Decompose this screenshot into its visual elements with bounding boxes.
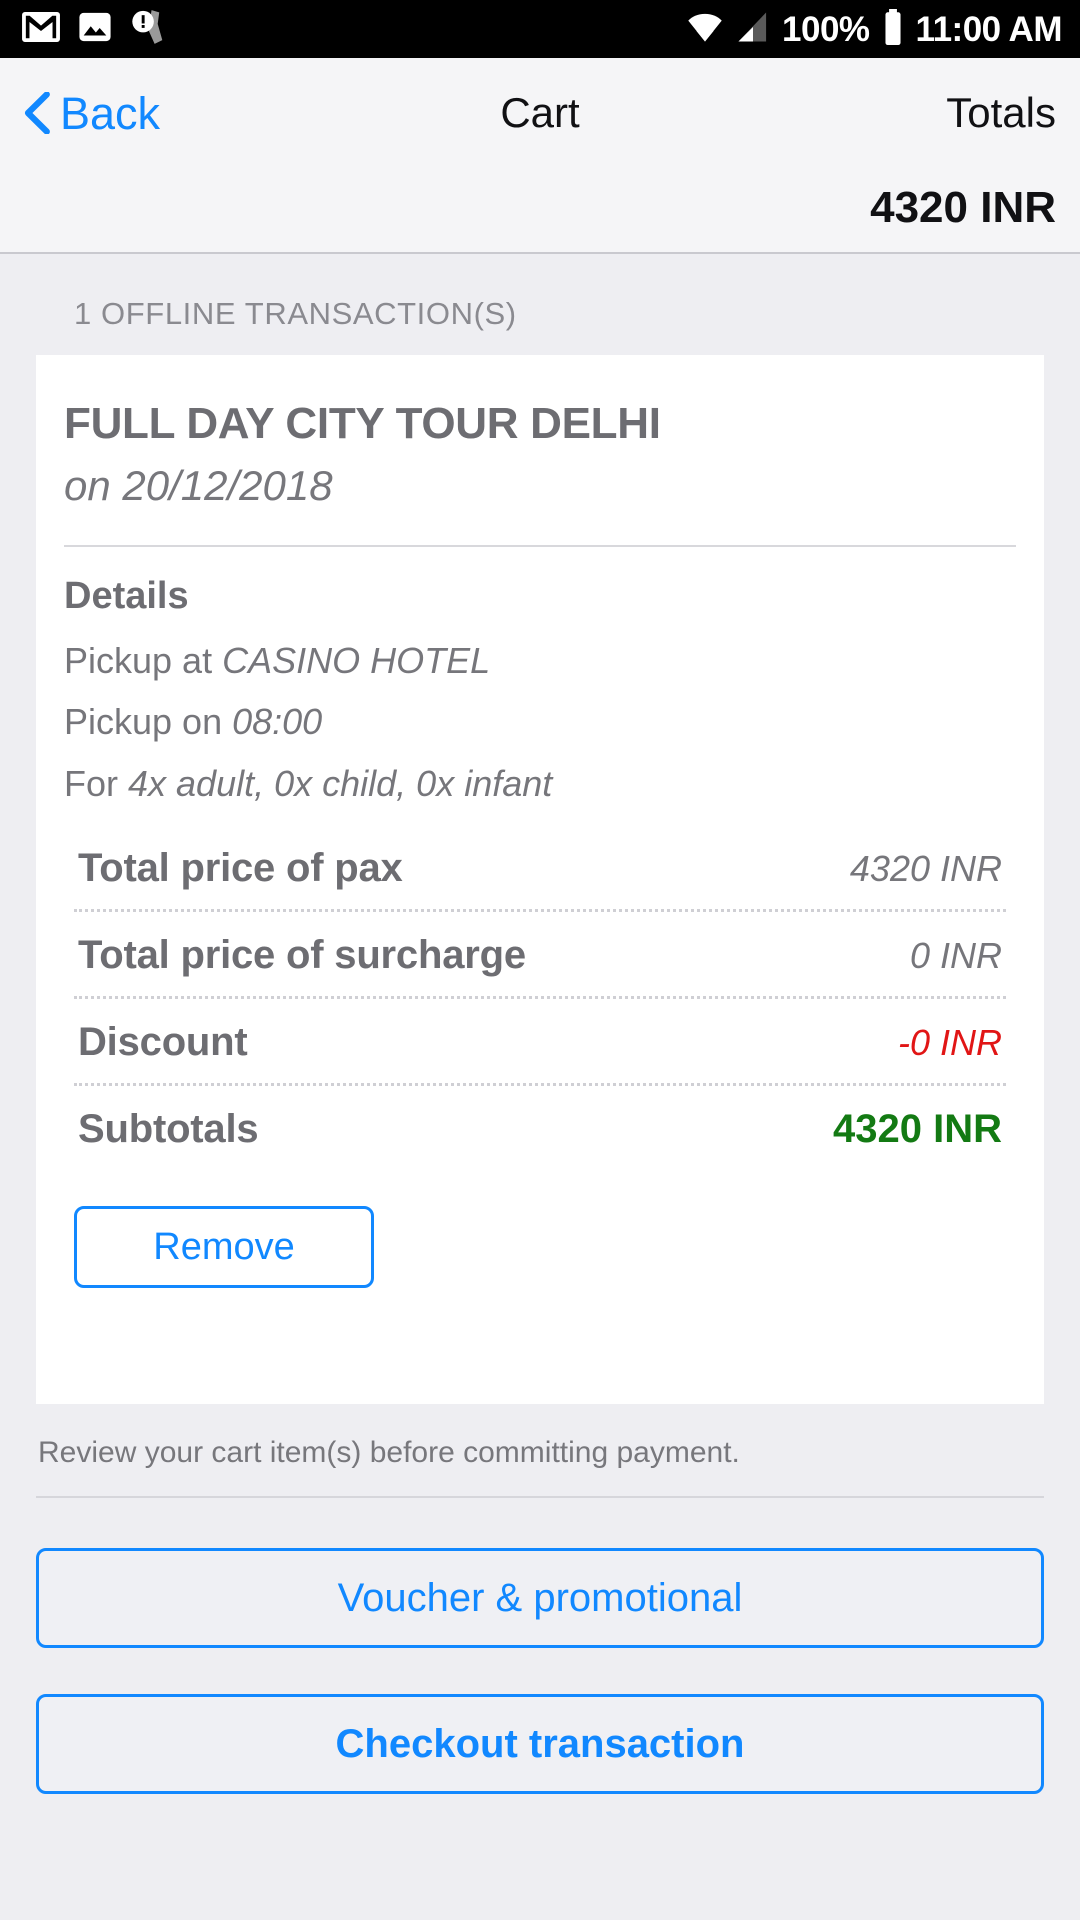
footer-separator	[36, 1496, 1044, 1499]
offline-transactions-label: 1 OFFLINE TRANSACTION(S)	[74, 296, 517, 331]
totals-value: 4320 INR	[870, 183, 1056, 232]
price-row-pax: Total price of pax 4320 INR	[74, 825, 1006, 913]
price-label-surcharge: Total price of surcharge	[78, 933, 526, 978]
battery-percent-label: 100%	[782, 9, 870, 49]
chevron-left-icon	[24, 91, 50, 135]
footer-note: Review your cart item(s) before committi…	[38, 1436, 740, 1470]
totals-block: Totals	[946, 92, 1056, 134]
price-label-subtotals: Subtotals	[78, 1107, 259, 1152]
card-bottom-padding	[64, 1288, 1016, 1404]
gmail-icon	[22, 11, 60, 47]
price-label-pax: Total price of pax	[78, 846, 403, 891]
detail-label-pickup-location: Pickup at	[64, 639, 223, 681]
price-row-subtotals: Subtotals 4320 INR	[74, 1086, 1006, 1170]
price-value-pax: 4320 INR	[849, 848, 1002, 890]
battery-full-icon	[882, 8, 904, 50]
status-bar: 100% 11:00 AM	[0, 0, 1080, 58]
price-value-discount: -0 INR	[897, 1022, 1002, 1064]
detail-line-pickup-location: Pickup at CASINO HOTEL	[64, 639, 1016, 681]
price-row-surcharge: Total price of surcharge 0 INR	[74, 912, 1006, 1000]
tour-title: FULL DAY CITY TOUR DELHI	[64, 399, 661, 448]
clock-label: 11:00 AM	[915, 9, 1063, 49]
back-button[interactable]: Back	[24, 91, 160, 136]
detail-value-pax: 4x adult, 0x child, 0x infant	[128, 762, 553, 804]
price-label-discount: Discount	[78, 1020, 248, 1065]
detail-label-pax: For	[64, 762, 129, 804]
footer-area: Review your cart item(s) before committi…	[0, 1404, 1080, 1920]
content-area: 1 OFFLINE TRANSACTION(S) FULL DAY CITY T…	[0, 254, 1080, 1920]
checkout-transaction-button[interactable]: Checkout transaction	[36, 1694, 1044, 1795]
price-value-subtotals: 4320 INR	[833, 1107, 1002, 1152]
back-button-label: Back	[60, 87, 161, 139]
remove-button-wrap: Remove	[64, 1170, 1016, 1289]
image-icon	[78, 10, 112, 49]
price-breakdown: Total price of pax 4320 INR Total price …	[64, 825, 1016, 1170]
navigation-row: Back Cart Totals	[24, 76, 1056, 150]
detail-line-pickup-time: Pickup on 08:00	[64, 702, 1016, 742]
detail-value-pickup-time: 08:00	[232, 701, 323, 743]
card-divider	[64, 544, 1016, 547]
detail-line-pax: For 4x adult, 0x child, 0x infant	[64, 762, 1016, 804]
totals-label: Totals	[946, 89, 1056, 136]
price-value-surcharge: 0 INR	[909, 935, 1002, 977]
remove-button[interactable]: Remove	[74, 1206, 374, 1289]
detail-label-pickup-time: Pickup on	[64, 701, 233, 743]
price-row-discount: Discount -0 INR	[74, 999, 1006, 1087]
warning-icon	[130, 8, 170, 51]
tour-date: on 20/12/2018	[64, 462, 333, 510]
detail-value-pickup-location: CASINO HOTEL	[222, 639, 491, 681]
status-bar-notification-icons	[22, 8, 170, 51]
details-heading: Details	[64, 574, 189, 617]
wifi-icon	[686, 11, 724, 48]
navigation-bar: Back Cart Totals 4320 INR	[0, 58, 1080, 254]
transaction-card: FULL DAY CITY TOUR DELHI on 20/12/2018 D…	[36, 355, 1044, 1405]
status-bar-system-icons: 100% 11:00 AM	[686, 8, 1063, 50]
page-title: Cart	[500, 89, 580, 136]
signal-icon	[736, 11, 770, 48]
app-screen: 100% 11:00 AM Back Cart Totals 4320 INR …	[0, 0, 1080, 1920]
voucher-promotional-button[interactable]: Voucher & promotional	[36, 1548, 1044, 1649]
